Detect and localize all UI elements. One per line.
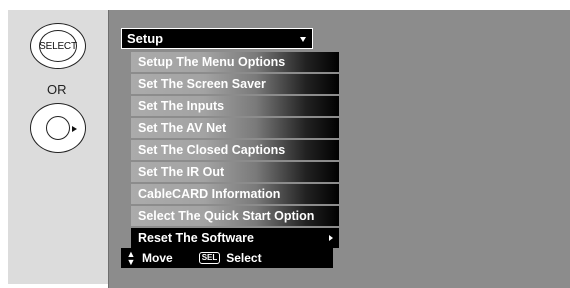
menu-item-label: Set The Screen Saver [138, 77, 266, 91]
menu-item-inputs[interactable]: Set The Inputs [131, 96, 339, 116]
sel-badge: SEL [198, 252, 221, 264]
menu-title: Setup [127, 31, 164, 46]
menu-item-ir-out[interactable]: Set The IR Out [131, 162, 339, 182]
menu-item-setup-menu-options[interactable]: Setup The Menu Options [131, 52, 339, 72]
setup-menu-list: Setup The Menu Options Set The Screen Sa… [131, 52, 339, 250]
menu-item-closed-captions[interactable]: Set The Closed Captions [131, 140, 339, 160]
menu-item-label: Set The AV Net [138, 121, 227, 135]
joystick-icon [46, 116, 70, 140]
submenu-arrow-icon [329, 235, 333, 241]
move-hint-label: Move [142, 251, 173, 265]
menu-item-av-net[interactable]: Set The AV Net [131, 118, 339, 138]
right-arrow-icon [72, 126, 77, 132]
menu-title-dropdown[interactable]: Setup [121, 28, 313, 49]
select-button-label: SELECT [39, 40, 77, 52]
menu-item-screen-saver[interactable]: Set The Screen Saver [131, 74, 339, 94]
menu-item-label: Set The IR Out [138, 165, 225, 179]
hint-bar: ▲ ▼ Move SEL Select [121, 248, 333, 268]
menu-item-label: Reset The Software [138, 231, 255, 245]
joystick-button[interactable] [30, 103, 86, 153]
menu-item-label: CableCARD Information [138, 187, 281, 201]
select-hint-label: Select [226, 251, 262, 265]
menu-item-reset-software[interactable]: Reset The Software [131, 228, 339, 248]
menu-item-label: Set The Closed Captions [138, 143, 286, 157]
select-button-inner: SELECT [39, 30, 77, 62]
menu-item-label: Select The Quick Start Option [138, 209, 315, 223]
menu-item-label: Setup The Menu Options [138, 55, 286, 69]
menu-item-label: Set The Inputs [138, 99, 225, 113]
dropdown-arrow-icon [300, 37, 306, 42]
or-label: OR [47, 82, 67, 97]
menu-item-cablecard-info[interactable]: CableCARD Information [131, 184, 339, 204]
menu-item-quick-start[interactable]: Select The Quick Start Option [131, 206, 339, 226]
select-button[interactable]: SELECT [30, 23, 86, 69]
up-down-arrows-icon: ▲ ▼ [126, 249, 136, 267]
